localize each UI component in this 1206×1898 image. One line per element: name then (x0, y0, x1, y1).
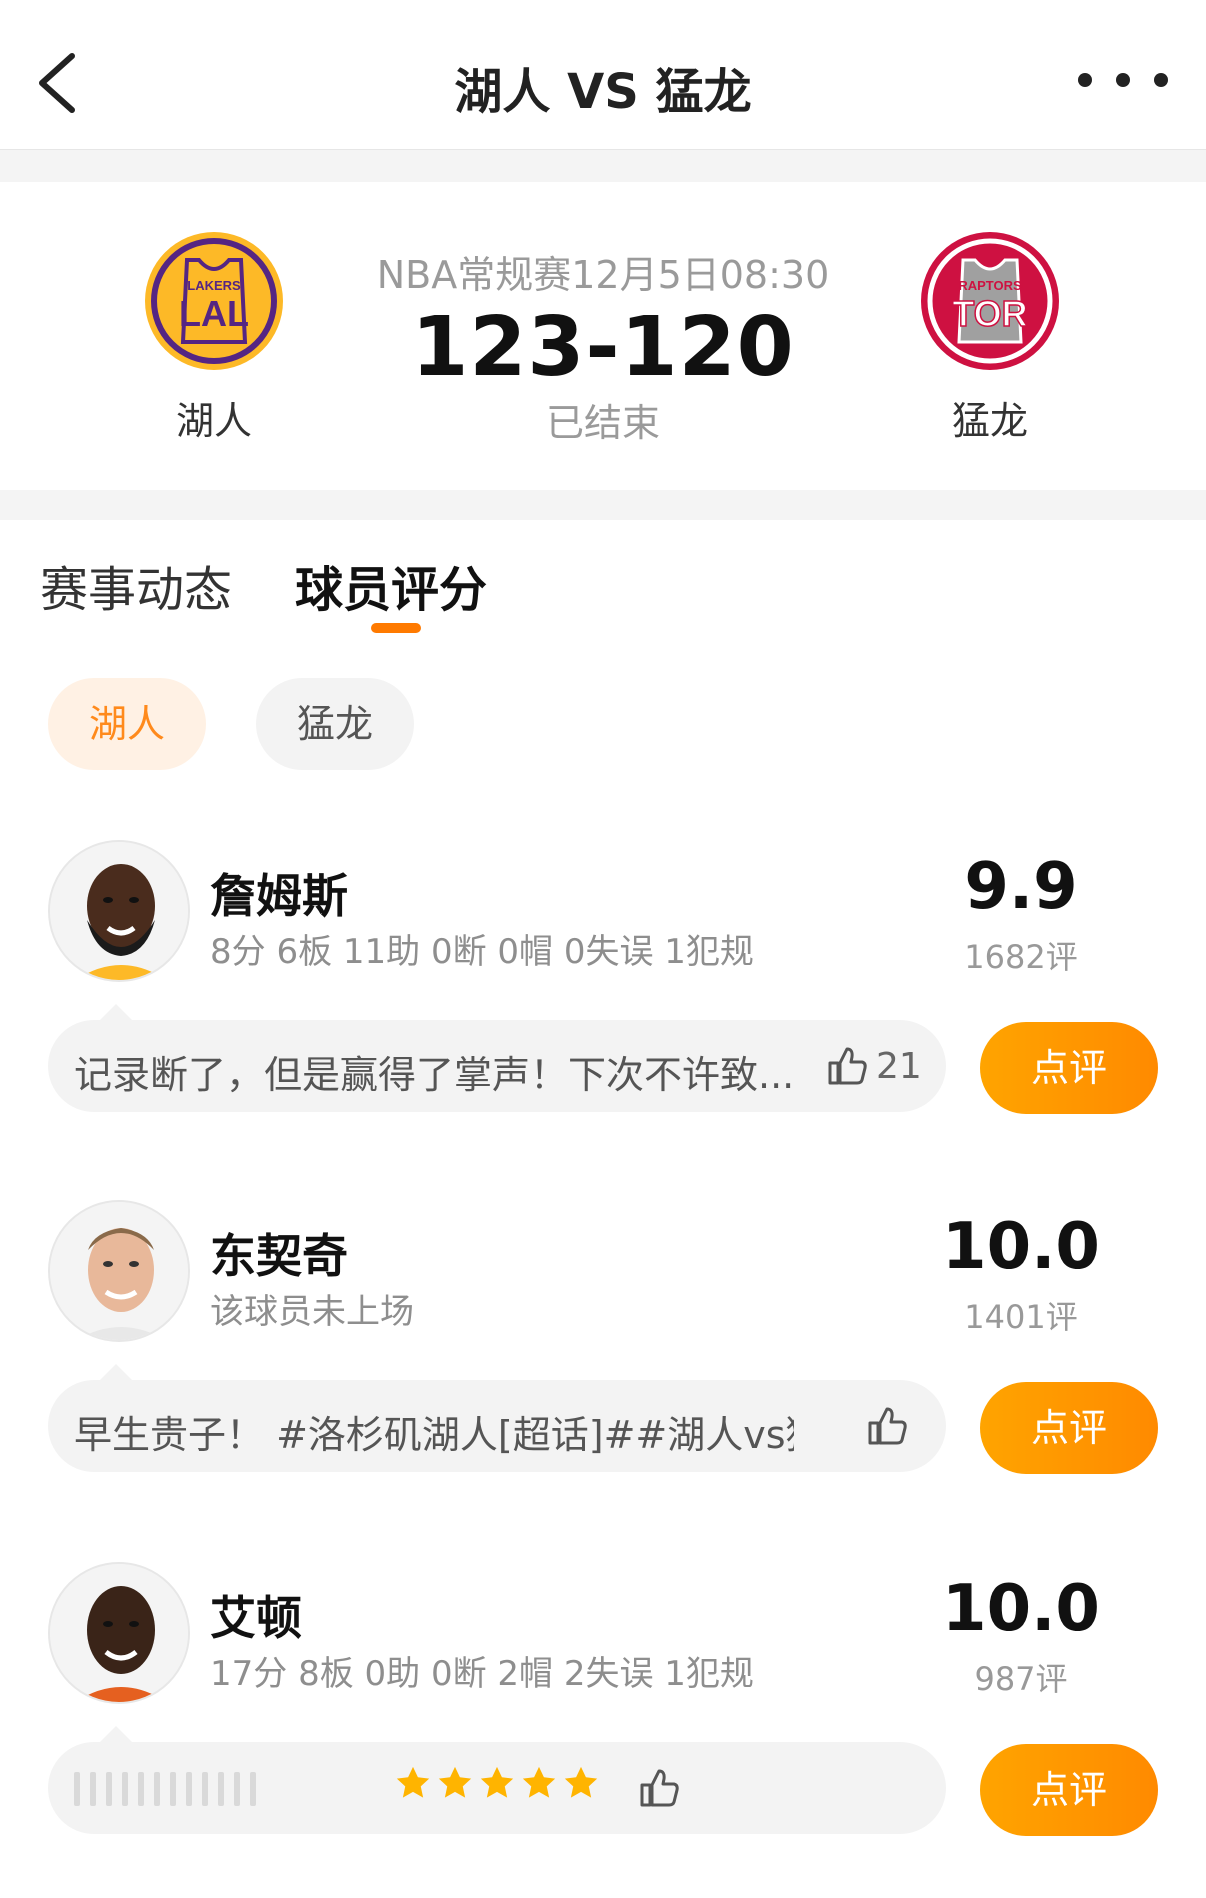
like-button[interactable] (638, 1764, 680, 1812)
star-icon (522, 1766, 556, 1798)
like-count: 21 (876, 1045, 922, 1087)
star-icon (396, 1766, 430, 1798)
lakers-logo-icon: LAKERS LAL (145, 232, 283, 370)
top-comment[interactable]: 早生贵子！ #洛杉矶湖人[超话]##湖人vs猛... (48, 1364, 946, 1472)
rating-count: 1682评 (964, 938, 1078, 976)
svg-text:LAKERS: LAKERS (187, 278, 241, 293)
avatar[interactable] (48, 1562, 190, 1704)
away-team[interactable]: RAPTORS TOR 猛龙 (890, 230, 1090, 445)
top-comment[interactable] (48, 1726, 946, 1834)
divider (0, 490, 1206, 520)
divider (0, 150, 1206, 182)
more-options-icon[interactable] (1078, 60, 1168, 100)
player-name[interactable]: 东契奇 (210, 1220, 348, 1286)
avatar[interactable] (48, 840, 190, 982)
like-button[interactable] (866, 1402, 908, 1450)
away-team-name: 猛龙 (951, 399, 1028, 443)
page-title: 湖人 VS 猛龙 (454, 64, 752, 120)
player-name[interactable]: 艾顿 (210, 1582, 302, 1648)
player-rating: 10.0 (942, 1572, 1100, 1646)
svg-text:LAL: LAL (179, 293, 249, 334)
home-team[interactable]: LAKERS LAL 湖人 (114, 230, 314, 445)
match-meta: NBA常规赛12月5日08:30 (376, 253, 830, 297)
match-score: 123-120 (411, 300, 795, 395)
thumbs-up-icon (868, 1407, 907, 1445)
player-card: 东契奇 该球员未上场 10.0 1401评 早生贵子！ #洛杉矶湖人[超话]##… (0, 1200, 1206, 1500)
like-button[interactable]: 21 (826, 1042, 922, 1090)
svg-text:TOR: TOR (952, 293, 1027, 334)
team-filter-lakers[interactable]: 湖人 (48, 678, 206, 770)
star-icon (438, 1766, 472, 1798)
player-stats: 该球员未上场 (210, 1292, 414, 1332)
review-button[interactable]: 点评 (980, 1382, 1158, 1474)
tab-match-updates[interactable]: 赛事动态 (40, 550, 232, 620)
player-face-icon (50, 1564, 188, 1702)
top-comment[interactable]: 记录断了，但是赢得了掌声！下次不许致... 21 (48, 1004, 946, 1112)
star-icon (564, 1766, 598, 1798)
team-filter-raptors[interactable]: 猛龙 (256, 678, 414, 770)
raptors-logo-icon: RAPTORS TOR (921, 232, 1059, 370)
svg-text:RAPTORS: RAPTORS (958, 278, 1022, 293)
review-button[interactable]: 点评 (980, 1744, 1158, 1836)
player-rating: 10.0 (942, 1210, 1100, 1284)
player-stats: 8分 6板 11助 0断 0帽 0失误 1犯规 (210, 932, 754, 972)
star-icon (480, 1766, 514, 1798)
nav-bar: 湖人 VS 猛龙 (0, 0, 1206, 150)
tab-bar: 赛事动态 球员评分 (0, 520, 1206, 650)
thumbs-up-icon (828, 1047, 867, 1085)
player-stats: 17分 8板 0助 0断 2帽 2失误 1犯规 (210, 1654, 754, 1694)
avatar[interactable] (48, 1200, 190, 1342)
star-rating (394, 1764, 600, 1802)
player-face-icon (50, 842, 188, 980)
player-card: 詹姆斯 8分 6板 11助 0断 0帽 0失误 1犯规 9.9 1682评 记录… (0, 840, 1206, 1140)
blurred-comment-text (74, 1768, 304, 1810)
home-team-name: 湖人 (175, 399, 252, 443)
player-card: 艾顿 17分 8板 0助 0断 2帽 2失误 1犯规 10.0 987评 点评 (0, 1562, 1206, 1862)
player-name[interactable]: 詹姆斯 (210, 860, 348, 926)
thumbs-up-icon (640, 1769, 679, 1807)
match-header: LAKERS LAL 湖人 NBA常规赛12月5日08:30 123-120 已… (0, 182, 1206, 490)
comment-text: 早生贵子！ #洛杉矶湖人[超话]##湖人vs猛... (74, 1413, 794, 1457)
comment-text: 记录断了，但是赢得了掌声！下次不许致... (74, 1053, 794, 1097)
match-status: 已结束 (545, 401, 660, 445)
rating-count: 1401评 (964, 1298, 1078, 1336)
review-button[interactable]: 点评 (980, 1022, 1158, 1114)
active-tab-indicator (371, 623, 421, 633)
player-face-icon (50, 1202, 188, 1340)
player-rating: 9.9 (964, 850, 1078, 924)
rating-count: 987评 (974, 1660, 1068, 1698)
tab-player-ratings[interactable]: 球员评分 (295, 550, 487, 620)
